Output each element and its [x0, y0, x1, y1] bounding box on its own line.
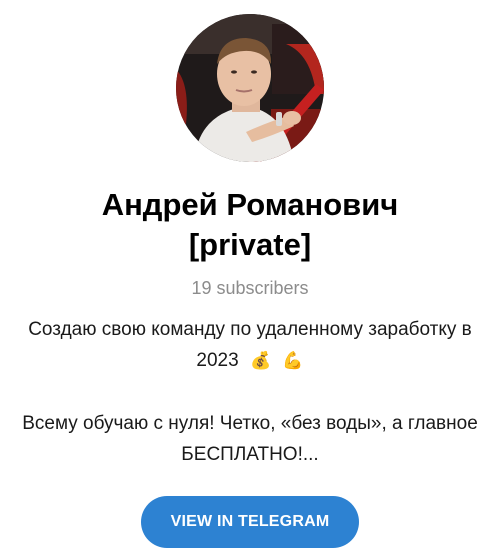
description-paragraph-1: Создаю свою команду по удаленному зарабо…	[10, 314, 490, 377]
subscriber-count: 19 subscribers	[191, 278, 309, 298]
channel-title: Андрей Романович [private]	[101, 187, 399, 262]
channel-avatar	[176, 14, 324, 162]
view-in-telegram-button[interactable]: VIEW IN TELEGRAM	[141, 496, 359, 548]
avatar-photo	[176, 14, 324, 162]
channel-description: Создаю свою команду по удаленному зарабо…	[10, 314, 490, 470]
flexed-biceps-icon: 💪	[282, 351, 304, 371]
description-paragraph-2: Всему обучаю с нуля! Четко, «без воды», …	[22, 413, 478, 465]
money-bag-icon: 💰	[249, 351, 272, 371]
channel-preview-card: Андрей Романович [private] 19 subscriber…	[0, 0, 500, 560]
